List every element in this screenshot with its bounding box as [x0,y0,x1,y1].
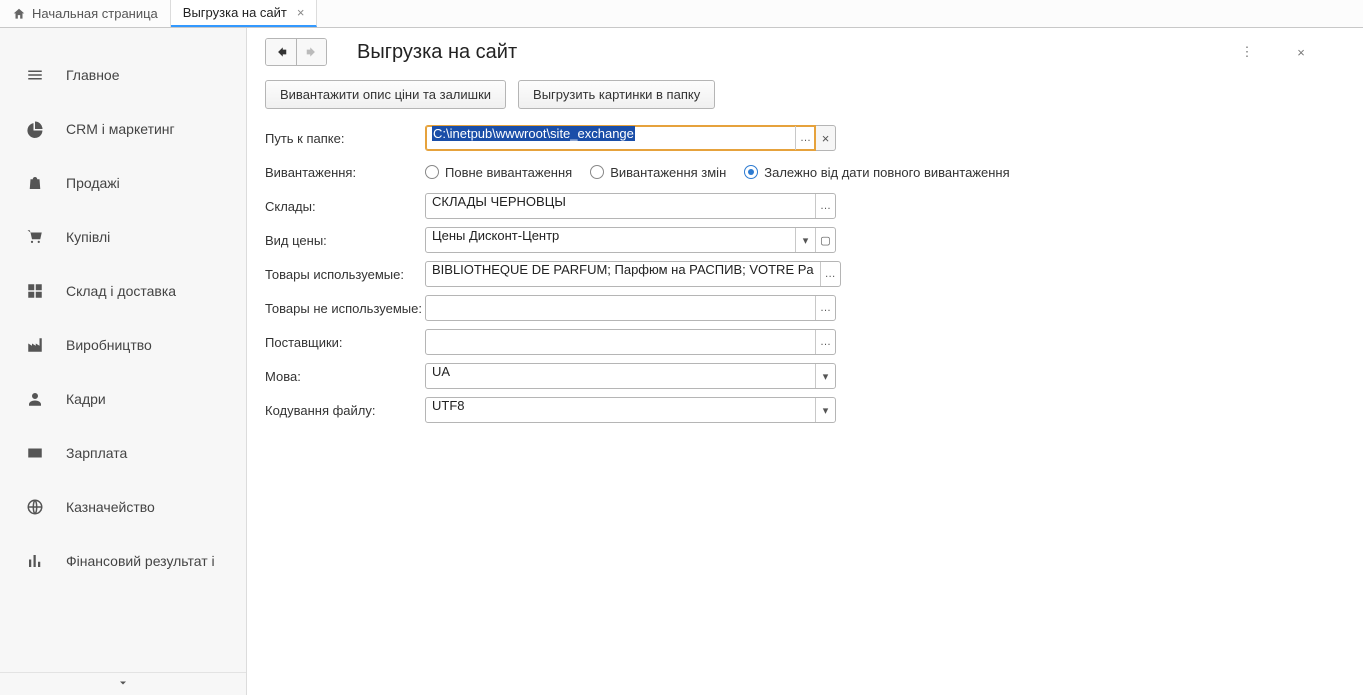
radio-full[interactable]: Повне вивантаження [425,165,572,180]
suppliers-label: Поставщики: [265,335,425,350]
bag-icon [26,174,44,192]
encoding-select[interactable]: UTF8▾ [425,397,836,423]
suppliers-input[interactable]: … [425,329,836,355]
sidebar-item-label: Кадри [66,391,106,407]
encoding-label: Кодування файлу: [265,403,425,418]
more-vertical-icon[interactable]: ⋮ [1235,40,1259,64]
price-type-label: Вид цены: [265,233,425,248]
sidebar-item-hr[interactable]: Кадри [0,372,246,426]
sidebar-item-salary[interactable]: Зарплата [0,426,246,480]
sidebar-item-label: Склад і доставка [66,283,176,299]
pick-button[interactable]: … [815,194,835,218]
bar-chart-icon [26,552,44,570]
sidebar-item-financial[interactable]: Фінансовий результат і [0,534,246,588]
card-icon [26,444,44,462]
dropdown-button[interactable]: ▾ [815,398,835,422]
sidebar: Главное CRM і маркетинг Продажі Купівлі … [0,28,247,695]
person-icon [26,390,44,408]
sidebar-item-label: Фінансовий результат і [66,553,215,569]
tab-home-label: Начальная страница [32,6,158,21]
radio-depending[interactable]: Залежно від дати повного вивантаження [744,165,1009,180]
pick-button[interactable]: … [815,296,835,320]
export-pics-button[interactable]: Выгрузить картинки в папку [518,80,715,109]
export-desc-button[interactable]: Вивантажити опис ціни та залишки [265,80,506,109]
boxes-icon [26,282,44,300]
path-input[interactable]: C:\inetpub\wwwroot\site_exchange … [425,125,816,151]
sidebar-item-purchases[interactable]: Купівлі [0,210,246,264]
pick-button[interactable]: … [820,262,840,286]
nav-back-button[interactable] [266,39,296,65]
chevron-down-icon [117,677,129,689]
tab-active[interactable]: Выгрузка на сайт × [171,0,318,27]
menu-icon [26,66,44,84]
tab-active-label: Выгрузка на сайт [183,5,287,20]
close-page-icon[interactable]: × [1289,40,1313,64]
warehouses-input[interactable]: СКЛАДЫ ЧЕРНОВЦЫ… [425,193,836,219]
dropdown-button[interactable]: ▾ [795,228,815,252]
path-label: Путь к папке: [265,131,425,146]
tab-home[interactable]: Начальная страница [0,0,171,27]
close-icon[interactable]: × [293,5,305,20]
warehouses-label: Склады: [265,199,425,214]
tab-bar: Начальная страница Выгрузка на сайт × [0,0,1363,28]
sidebar-item-production[interactable]: Виробництво [0,318,246,372]
radio-changes[interactable]: Вивантаження змін [590,165,726,180]
lang-label: Мова: [265,369,425,384]
sidebar-item-treasury[interactable]: Казначейство [0,480,246,534]
sidebar-item-label: Виробництво [66,337,152,353]
sidebar-item-sales[interactable]: Продажі [0,156,246,210]
sidebar-expander[interactable] [0,672,246,695]
goods-used-input[interactable]: BIBLIOTHEQUE DE PARFUM; Парфюм на РАСПИВ… [425,261,841,287]
sidebar-item-label: CRM і маркетинг [66,121,175,137]
sidebar-item-label: Продажі [66,175,120,191]
goods-unused-label: Товары не используемые: [265,301,425,316]
browse-button[interactable]: … [795,126,815,150]
sidebar-item-label: Купівлі [66,229,110,245]
page-title: Выгрузка на сайт [357,41,517,64]
pick-button[interactable]: … [815,330,835,354]
sidebar-item-stock[interactable]: Склад і доставка [0,264,246,318]
cart-icon [26,228,44,246]
pie-chart-icon [26,120,44,138]
nav-group [265,38,327,66]
goods-unused-input[interactable]: … [425,295,836,321]
lang-select[interactable]: UA▾ [425,363,836,389]
sidebar-item-label: Главное [66,67,120,83]
sidebar-item-crm[interactable]: CRM і маркетинг [0,102,246,156]
path-value: C:\inetpub\wwwroot\site_exchange [432,126,635,141]
globe-icon [26,498,44,516]
factory-icon [26,336,44,354]
clear-button[interactable]: × [816,125,836,151]
home-icon [12,7,26,21]
open-button[interactable]: ▢ [815,228,835,252]
sidebar-item-label: Казначейство [66,499,155,515]
price-type-input[interactable]: Цены Дисконт-Центр▾▢ [425,227,836,253]
sidebar-item-main[interactable]: Главное [0,48,246,102]
dropdown-button[interactable]: ▾ [815,364,835,388]
goods-used-label: Товары используемые: [265,267,425,282]
nav-forward-button[interactable] [296,39,326,65]
unload-label: Вивантаження: [265,165,425,180]
sidebar-item-label: Зарплата [66,445,127,461]
